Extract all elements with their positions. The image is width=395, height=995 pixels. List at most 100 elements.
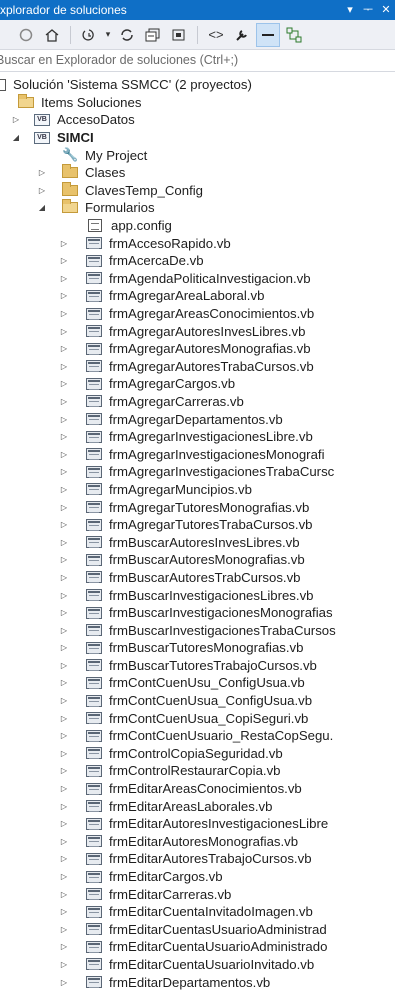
tree-item-form[interactable]: ▷ frmAgregarTutoresTrabaCursos.vb	[0, 516, 395, 534]
tree-item-form[interactable]: ▷ frmAgendaPoliticaInvestigacion.vb	[0, 270, 395, 288]
expand-arrow-icon[interactable]: ▷	[58, 766, 70, 775]
tree-item-form[interactable]: ▷ frmContCuenUsua_CopiSeguri.vb	[0, 709, 395, 727]
tree-item-form[interactable]: ▷ frmAgregarAutoresTrabaCursos.vb	[0, 358, 395, 376]
back-icon[interactable]	[14, 23, 38, 47]
expand-arrow-icon[interactable]: ▷	[58, 362, 70, 371]
expand-arrow-icon[interactable]: ▷	[58, 960, 70, 969]
expand-arrow-icon[interactable]: ▷	[58, 344, 70, 353]
tree-item-my-project[interactable]: 🔧 My Project	[0, 146, 395, 164]
active-item-icon[interactable]	[256, 22, 280, 47]
tree-item-form[interactable]: ▷ frmBuscarAutoresTrabCursos.vb	[0, 569, 395, 587]
tree-item-form[interactable]: ▷ frmEditarCuentaInvitadoImagen.vb	[0, 903, 395, 921]
expand-arrow-icon[interactable]: ▷	[58, 626, 70, 635]
tree-item-form[interactable]: ▷ frmAgregarTutoresMonografias.vb	[0, 498, 395, 516]
tree-item-form[interactable]: ▷ frmContCuenUsuario_RestaCopSegu.	[0, 727, 395, 745]
expand-arrow-icon[interactable]: ▷	[58, 432, 70, 441]
expand-arrow-icon[interactable]: ▷	[58, 925, 70, 934]
expand-arrow-icon[interactable]: ▷	[58, 415, 70, 424]
expand-arrow-icon[interactable]: ▷	[58, 872, 70, 881]
tree-item-formularios[interactable]: ◢ Formularios	[0, 199, 395, 217]
tree-item-form[interactable]: ▷ frmAgregarAreaLaboral.vb	[0, 287, 395, 305]
expand-arrow-icon[interactable]: ▷	[58, 591, 70, 600]
expand-arrow-icon[interactable]: ▷	[58, 485, 70, 494]
expand-arrow-icon[interactable]: ▷	[58, 784, 70, 793]
tree-item-form[interactable]: ▷ frmEditarAreasConocimientos.vb	[0, 780, 395, 798]
tree-item-form[interactable]: ▷ frmAgregarDepartamentos.vb	[0, 410, 395, 428]
tree-item-form[interactable]: ▷ frmAgregarAreasConocimientos.vb	[0, 305, 395, 323]
collapse-arrow-icon[interactable]: ◢	[10, 133, 22, 142]
expand-arrow-icon[interactable]: ▷	[58, 608, 70, 617]
expand-arrow-icon[interactable]: ▷	[58, 309, 70, 318]
expand-arrow-icon[interactable]: ▷	[58, 749, 70, 758]
expand-arrow-icon[interactable]: ▷	[58, 573, 70, 582]
tree-item-form[interactable]: ▷ frmEditarCarreras.vb	[0, 885, 395, 903]
tree-item-form[interactable]: ▷ frmBuscarInvestigacionesTrabaCursos	[0, 621, 395, 639]
code-icon[interactable]: <>	[204, 23, 228, 47]
home-icon[interactable]	[40, 23, 64, 47]
expand-arrow-icon[interactable]: ▷	[36, 186, 48, 195]
expand-arrow-icon[interactable]: ▷	[58, 239, 70, 248]
tree-item-form[interactable]: ▷ frmEditarCuentaUsuarioAdministrado	[0, 938, 395, 956]
properties-wrench-icon[interactable]	[230, 23, 254, 47]
expand-arrow-icon[interactable]: ▷	[58, 503, 70, 512]
close-icon[interactable]: ✕	[377, 0, 395, 20]
tree-item-form[interactable]: ▷ frmAgregarInvestigacionesTrabaCursc	[0, 463, 395, 481]
tree-item-simci[interactable]: ◢ VB SIMCI	[0, 129, 395, 147]
collapse-all-icon[interactable]	[141, 23, 165, 47]
tree-item-form[interactable]: ▷ frmAgregarMuncipios.vb	[0, 481, 395, 499]
tree-item-form[interactable]: ▷ frmEditarAutoresTrabajoCursos.vb	[0, 850, 395, 868]
tree-item-form[interactable]: ▷ frmBuscarAutoresMonografias.vb	[0, 551, 395, 569]
tree-item-form[interactable]: ▷ frmEditarAutoresMonografias.vb	[0, 833, 395, 851]
tree-item-form[interactable]: ▷ frmEditarAreasLaborales.vb	[0, 797, 395, 815]
expand-arrow-icon[interactable]: ▷	[58, 678, 70, 687]
tree-item-form[interactable]: ▷ frmBuscarAutoresInvesLibres.vb	[0, 533, 395, 551]
expand-arrow-icon[interactable]: ▷	[58, 520, 70, 529]
expand-arrow-icon[interactable]: ▷	[58, 467, 70, 476]
expand-arrow-icon[interactable]: ▷	[58, 327, 70, 336]
expand-arrow-icon[interactable]: ▷	[10, 115, 22, 124]
expand-arrow-icon[interactable]: ▷	[58, 661, 70, 670]
expand-arrow-icon[interactable]: ▷	[58, 379, 70, 388]
expand-arrow-icon[interactable]: ▷	[58, 731, 70, 740]
expand-arrow-icon[interactable]: ▷	[58, 837, 70, 846]
tree-item-form[interactable]: ▷ frmAgregarInvestigacionesMonografi	[0, 445, 395, 463]
tree-item-form[interactable]: ▷ frmEditarCuentasUsuarioAdministrad	[0, 921, 395, 939]
expand-arrow-icon[interactable]: ▷	[58, 274, 70, 283]
tree-item-form[interactable]: ▷ frmAgregarAutoresInvesLibres.vb	[0, 322, 395, 340]
expand-arrow-icon[interactable]: ▷	[58, 538, 70, 547]
tree-item-form[interactable]: ▷ frmAgregarCargos.vb	[0, 375, 395, 393]
expand-arrow-icon[interactable]: ▷	[58, 291, 70, 300]
expand-arrow-icon[interactable]: ▷	[58, 802, 70, 811]
tree-item-form[interactable]: ▷ frmControlCopiaSeguridad.vb	[0, 745, 395, 763]
tree-item-form[interactable]: ▷ frmEditarCuentaUsuarioInvitado.vb	[0, 956, 395, 974]
tree-item-form[interactable]: ▷ frmContCuenUsu_ConfigUsua.vb	[0, 674, 395, 692]
expand-arrow-icon[interactable]: ▷	[58, 819, 70, 828]
refresh-icon[interactable]	[115, 23, 139, 47]
tree-item-form[interactable]: ▷ frmContCuenUsua_ConfigUsua.vb	[0, 692, 395, 710]
tree-item-form[interactable]: ▷ frmAgregarCarreras.vb	[0, 393, 395, 411]
expand-arrow-icon[interactable]: ▷	[58, 256, 70, 265]
expand-arrow-icon[interactable]: ▷	[58, 978, 70, 987]
tree-item-form[interactable]: ▷ frmAcercaDe.vb	[0, 252, 395, 270]
tree-item-form[interactable]: ▷ frmEditarAutoresInvestigacionesLibre	[0, 815, 395, 833]
expand-arrow-icon[interactable]: ▷	[58, 942, 70, 951]
tree-item-items-soluciones[interactable]: Items Soluciones	[0, 93, 395, 112]
copy-icon[interactable]	[167, 23, 191, 47]
expand-arrow-icon[interactable]: ▷	[36, 168, 48, 177]
class-diagram-icon[interactable]	[282, 23, 306, 47]
search-input[interactable]: Buscar en Explorador de soluciones (Ctrl…	[0, 50, 395, 72]
tree-item-form[interactable]: ▷ frmAgregarInvestigacionesLibre.vb	[0, 428, 395, 446]
tree-item-clases[interactable]: ▷ Clases	[0, 164, 395, 182]
expand-arrow-icon[interactable]: ▷	[58, 397, 70, 406]
expand-arrow-icon[interactable]: ▷	[58, 450, 70, 459]
history-icon[interactable]	[77, 23, 101, 47]
expand-arrow-icon[interactable]: ▷	[58, 890, 70, 899]
expand-arrow-icon[interactable]: ▷	[58, 696, 70, 705]
tree-item-form[interactable]: ▷ frmEditarDepartamentos.vb	[0, 973, 395, 991]
expand-arrow-icon[interactable]: ▷	[58, 854, 70, 863]
chevron-down-icon[interactable]: ▾	[103, 23, 113, 47]
pin-icon[interactable]: ᅮ	[359, 0, 377, 20]
tree-item-form[interactable]: ▷ frmBuscarTutoresTrabajoCursos.vb	[0, 657, 395, 675]
dropdown-icon[interactable]: ▾	[341, 0, 359, 20]
tree-item-form[interactable]: ▷ frmBuscarInvestigacionesMonografias	[0, 604, 395, 622]
